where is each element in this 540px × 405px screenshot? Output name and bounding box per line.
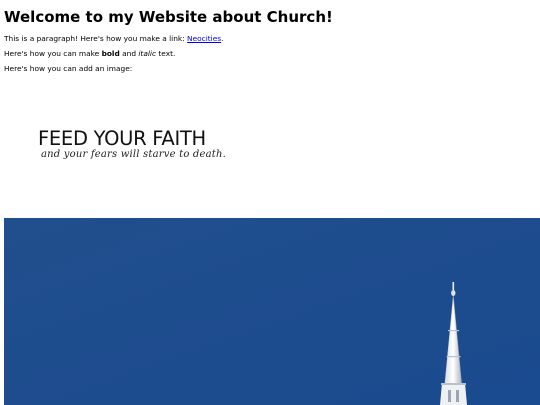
paragraph-link: This is a paragraph! Here's how you make… xyxy=(4,34,223,44)
steeple-illustration xyxy=(4,218,540,405)
paragraph-formatting-prefix: Here's how you can make xyxy=(4,49,102,58)
paragraph-link-suffix: . xyxy=(221,34,224,43)
faith-image-subtitle: and your fears will starve to death. xyxy=(41,149,227,160)
faith-image-title: FEED YOUR FAITH xyxy=(38,127,206,150)
page: Welcome to my Website about Church! This… xyxy=(0,0,540,405)
page-heading: Welcome to my Website about Church! xyxy=(4,8,333,26)
neocities-link[interactable]: Neocities xyxy=(187,34,221,43)
paragraph-image-intro: Here's how you can add an image: xyxy=(4,64,133,73)
paragraph-formatting-suffix: text. xyxy=(156,49,176,58)
paragraph-link-text: This is a paragraph! Here's how you make… xyxy=(4,34,188,43)
feed-your-faith-image: FEED YOUR FAITH and your fears will star… xyxy=(38,127,226,170)
church-steeple-photo xyxy=(4,218,540,405)
paragraph-formatting-middle: and xyxy=(119,49,139,58)
bold-text: bold xyxy=(101,49,120,58)
italic-text: italic xyxy=(138,49,157,58)
paragraph-formatting: Here's how you can make bold and italic … xyxy=(4,49,175,59)
